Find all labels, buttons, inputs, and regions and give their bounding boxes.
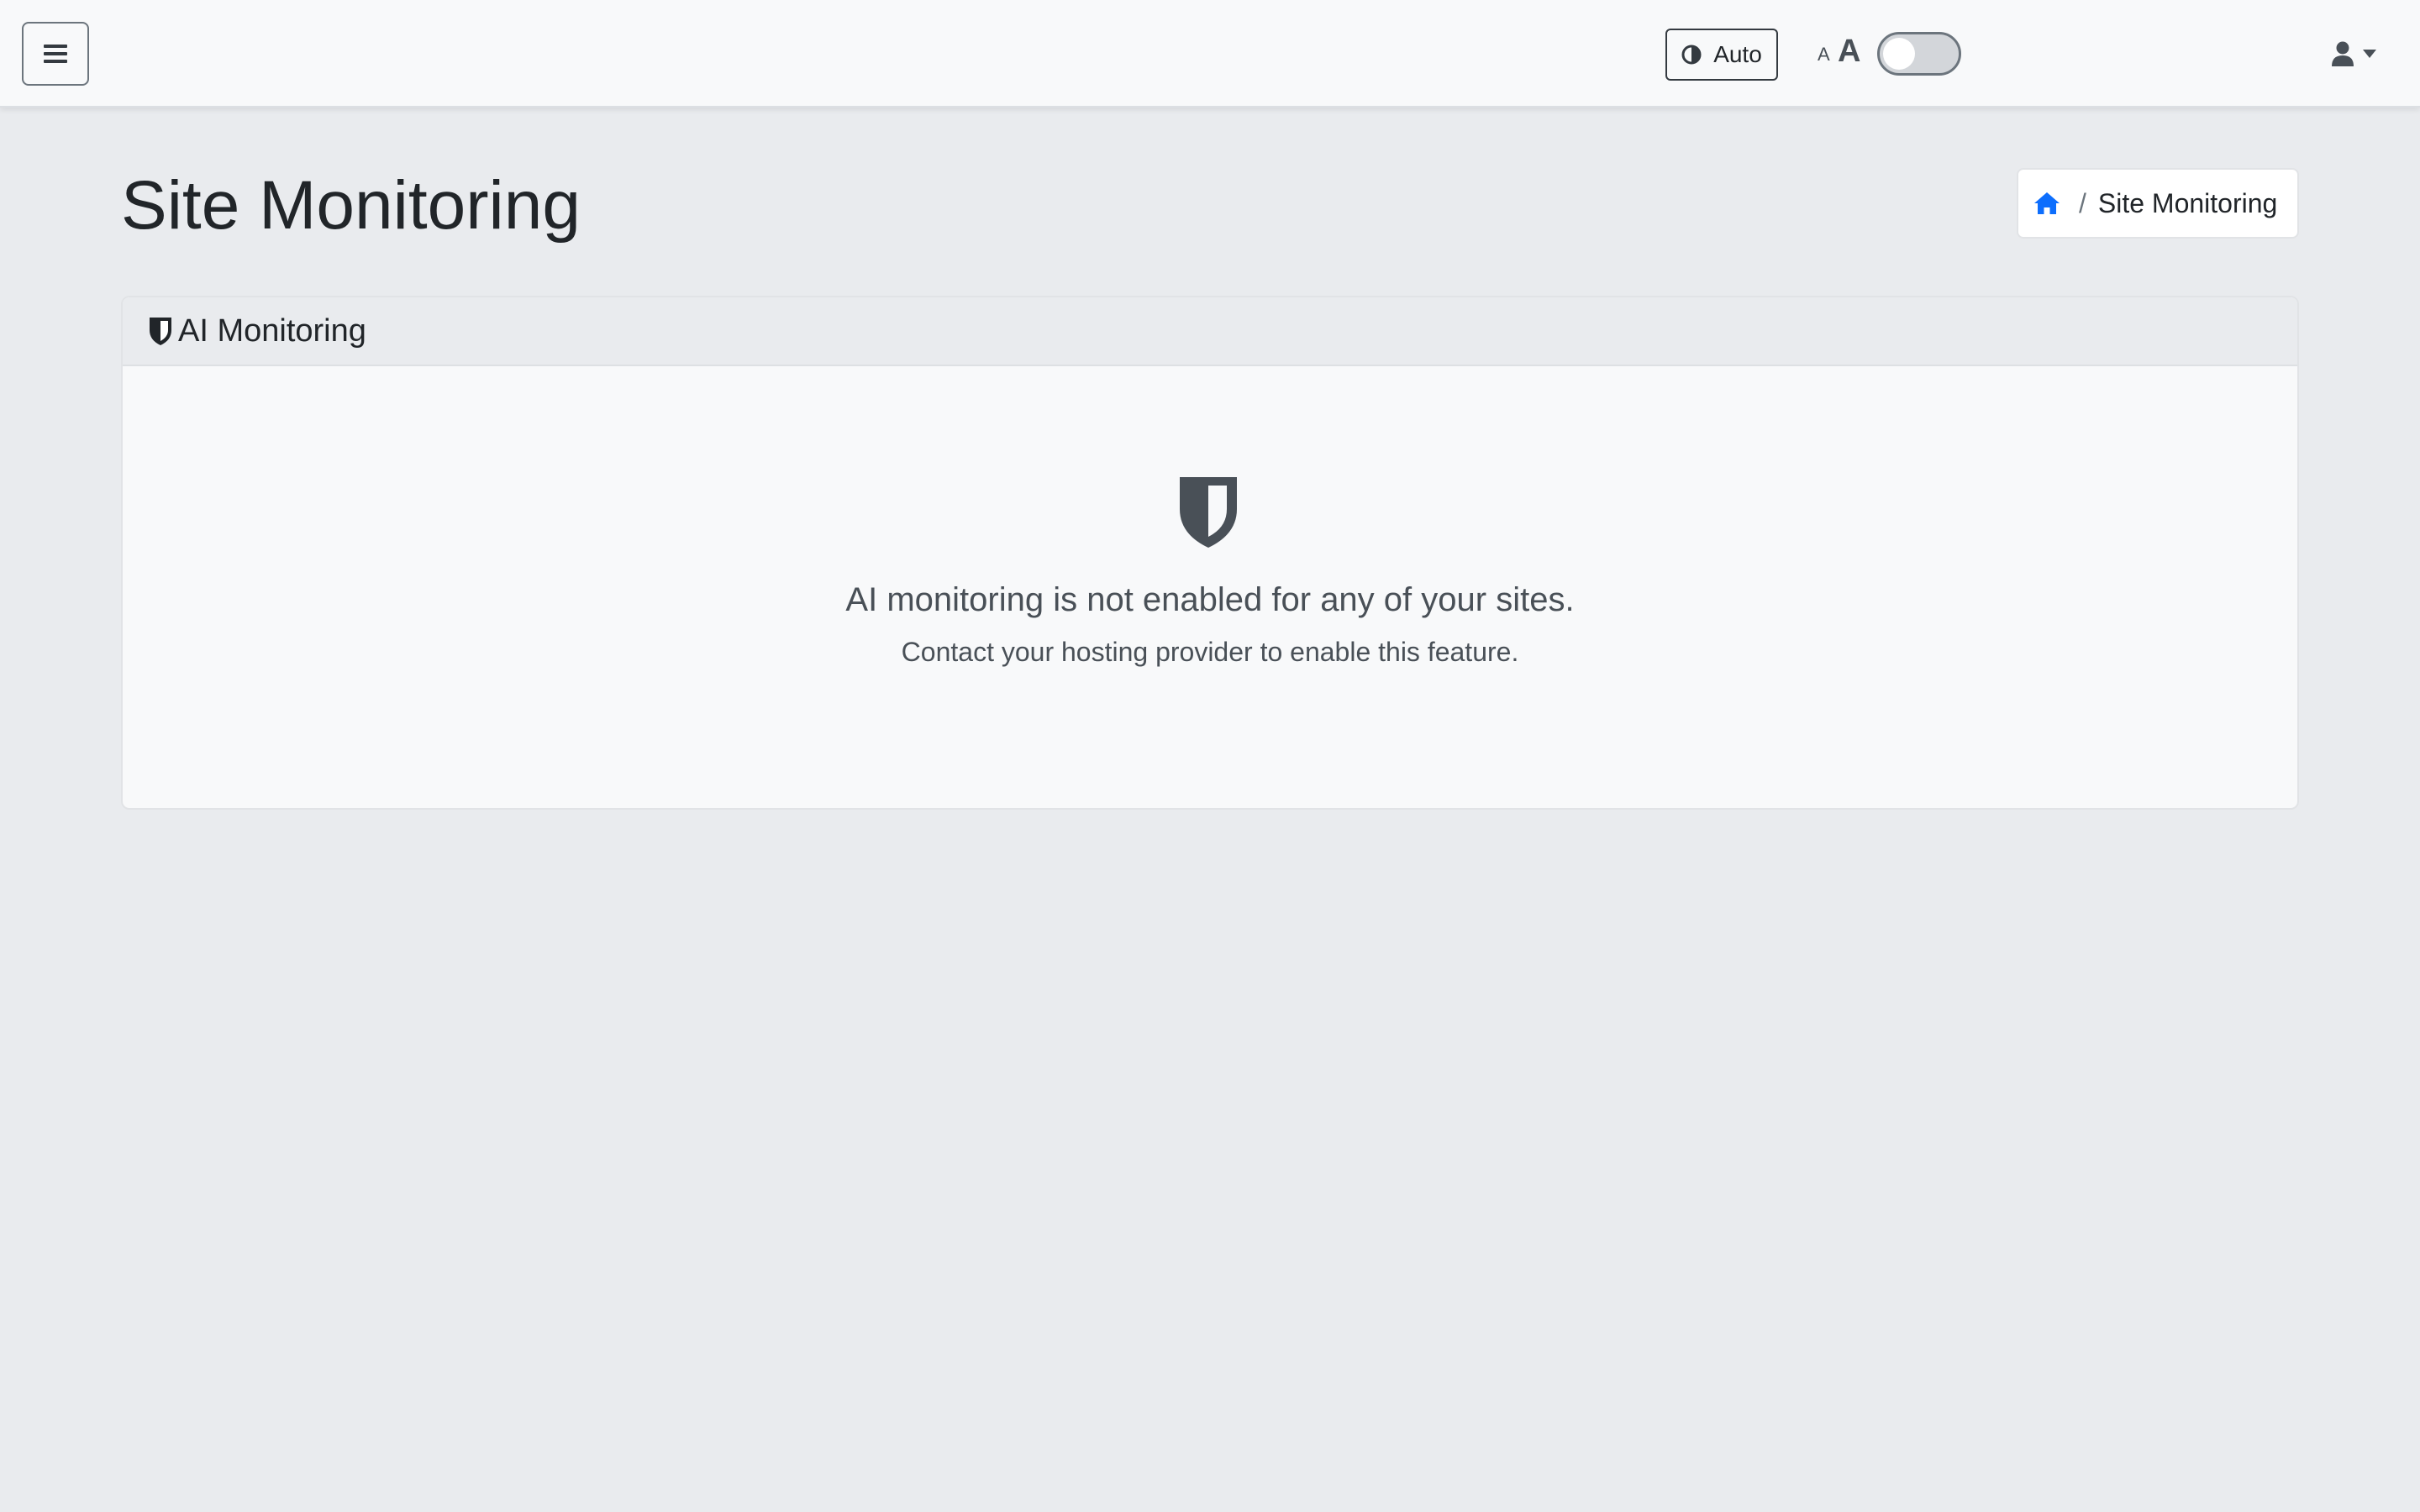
breadcrumb-separator: / (2079, 187, 2086, 218)
shield-icon (1180, 477, 1237, 548)
home-icon[interactable] (2033, 192, 2060, 215)
user-icon (2332, 41, 2354, 66)
shield-icon (150, 318, 171, 345)
contrast-icon (1681, 45, 1702, 65)
empty-state-message: AI monitoring is not enabled for any of … (845, 581, 1575, 618)
hamburger-menu-icon (44, 45, 67, 63)
theme-label: Auto (1713, 41, 1762, 67)
page-title: Site Monitoring (121, 167, 581, 244)
user-menu-dropdown[interactable] (2331, 37, 2388, 71)
font-size-large-label: A (1838, 34, 1861, 69)
card-header: AI Monitoring (123, 297, 2297, 366)
empty-state-hint: Contact your hosting provider to enable … (901, 637, 1519, 667)
sidebar-toggle-button[interactable] (22, 22, 89, 86)
card-title: AI Monitoring (178, 312, 366, 349)
ai-monitoring-card: AI Monitoring AI monitoring is not enabl… (121, 296, 2299, 810)
font-size-small-label: A (1818, 44, 1830, 65)
card-body: AI monitoring is not enabled for any of … (123, 366, 2297, 808)
theme-switch-button[interactable]: Auto (1665, 29, 1778, 81)
toggle-knob (1883, 38, 1915, 70)
breadcrumb: / Site Monitoring (2017, 168, 2299, 239)
chevron-down-icon (2363, 50, 2376, 58)
breadcrumb-current: Site Monitoring (2097, 187, 2278, 218)
font-size-toggle[interactable] (1877, 32, 1961, 76)
top-navbar: Auto A A (0, 0, 2420, 108)
